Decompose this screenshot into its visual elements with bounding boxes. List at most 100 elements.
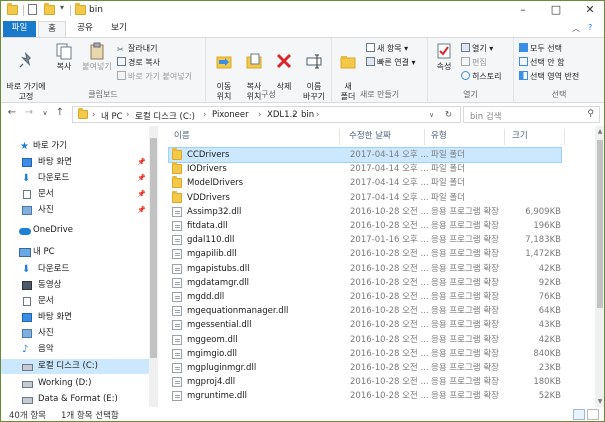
select-none-button[interactable]: 선택 안 함 xyxy=(519,57,565,68)
minimize-button[interactable]: – xyxy=(516,3,530,16)
scrollbar-thumb[interactable] xyxy=(150,138,157,358)
chevron-right-icon[interactable]: › xyxy=(126,110,129,120)
invert-selection-button[interactable]: 선택 영역 반전 xyxy=(519,71,579,82)
nav-item-pictures[interactable]: 사진 xyxy=(1,326,149,341)
file-row[interactable]: gdal110.dll 2017-01-16 오후 ... 응용 프로그램 확장 7,… xyxy=(169,233,561,247)
tab-share[interactable]: 공유 xyxy=(70,21,100,37)
folder-row[interactable]: CCDrivers 2017-04-14 오후 ... 파일 폴더 xyxy=(168,147,562,163)
properties-icon[interactable] xyxy=(28,4,37,15)
paste-shortcut-button[interactable]: 바로 가기 붙여넣기 xyxy=(117,71,192,82)
file-row[interactable]: mgimgio.dll 2016-10-28 오전 ... 응용 프로그램 확장 84… xyxy=(169,347,561,361)
paste-button[interactable]: 붙여넣기 xyxy=(79,42,115,72)
scroll-up-icon[interactable]: ▲ xyxy=(596,128,604,135)
nav-item-videos[interactable]: 동영상 xyxy=(1,278,149,293)
file-row[interactable]: mgapistubs.dll 2016-10-28 오전 ... 응용 프로그램 확… xyxy=(169,262,561,276)
new-item-button[interactable]: 새 항목 ▾ xyxy=(366,43,408,54)
breadcrumb-pixoneer[interactable]: Pixoneer xyxy=(212,110,249,120)
file-row[interactable]: mgessential.dll 2016-10-28 오전 ... 응용 프로그램 … xyxy=(169,318,561,332)
column-size[interactable]: 크기 xyxy=(512,129,528,141)
back-arrow-icon[interactable]: ← xyxy=(6,107,18,118)
address-bar[interactable]: › 내 PC › 로컬 디스크 (C:) › Pixoneer › XDL1.2… xyxy=(72,106,461,123)
copy-button[interactable]: 복사 xyxy=(51,42,77,72)
search-input[interactable]: bin 검색 xyxy=(470,110,502,122)
tab-file[interactable]: 파일 xyxy=(3,21,36,37)
divider[interactable] xyxy=(564,129,565,145)
divider[interactable] xyxy=(504,129,505,145)
pin-icon[interactable]: 📌 xyxy=(137,171,146,186)
tab-home[interactable]: 홈 xyxy=(38,21,66,37)
large-icons-view-icon[interactable] xyxy=(587,409,599,420)
new-folder-icon[interactable] xyxy=(44,3,55,15)
close-button[interactable]: ✕ xyxy=(583,3,597,16)
file-row[interactable]: mggeom.dll 2016-10-28 오전 ... 응용 프로그램 확장 42K… xyxy=(169,333,561,347)
search-icon[interactable]: ⚲ xyxy=(587,109,594,119)
nav-item-music[interactable]: ♪ 음악 xyxy=(1,342,149,357)
file-row[interactable]: mgdd.dll 2016-10-28 오전 ... 응용 프로그램 확장 76KB xyxy=(169,290,561,304)
refresh-icon[interactable]: ↻ xyxy=(445,110,452,120)
chevron-down-icon[interactable]: ∨ xyxy=(429,111,434,119)
details-view-icon[interactable] xyxy=(573,409,585,420)
up-arrow-icon[interactable]: ↑ xyxy=(54,107,66,118)
file-list-scrollbar[interactable]: ▲ ▼ xyxy=(595,126,604,407)
properties-button[interactable]: 속성 xyxy=(432,42,456,72)
nav-item-data-format-e[interactable]: Data & Format (E:) xyxy=(1,392,149,407)
column-name[interactable]: 이름 xyxy=(174,129,190,141)
nav-item-quick-access[interactable]: ★ 바로 가기 xyxy=(1,139,149,154)
easy-access-button[interactable]: 빠른 연결 ▾ xyxy=(366,57,416,68)
select-all-button[interactable]: 모두 선택 xyxy=(519,43,562,54)
chevron-up-icon[interactable]: ︿ xyxy=(572,23,580,34)
nav-item-documents[interactable]: 문서 xyxy=(1,294,149,309)
cut-button[interactable]: ✂ 잘라내기 xyxy=(117,43,157,54)
nav-item-local-disk-c[interactable]: 로컬 디스크 (C:) xyxy=(1,359,149,374)
file-row[interactable]: Assimp32.dll 2016-10-28 오전 ... 응용 프로그램 확장 6… xyxy=(169,205,561,219)
pin-icon[interactable]: 📌 xyxy=(137,187,146,202)
file-row[interactable]: mgruntime.dll 2016-10-28 오전 ... 응용 프로그램 확장… xyxy=(169,389,561,403)
file-row[interactable]: fitdata.dll 2016-10-28 오전 ... 응용 프로그램 확장 19… xyxy=(169,219,561,233)
nav-pane-scrollbar[interactable] xyxy=(149,126,158,407)
nav-item-desktop-pinned[interactable]: 바탕 화면 📌 xyxy=(1,155,149,170)
file-row[interactable]: mgproj4.dll 2016-10-28 오전 ... 응용 프로그램 확장 18… xyxy=(169,375,561,389)
chevron-right-icon[interactable]: › xyxy=(292,110,295,120)
breadcrumb-local-disk[interactable]: 로컬 디스크 (C:) xyxy=(135,110,195,122)
recent-locations-icon[interactable]: ∨ xyxy=(39,109,51,117)
chevron-right-icon[interactable]: › xyxy=(92,110,95,120)
maximize-button[interactable]: □ xyxy=(549,3,563,16)
divider[interactable] xyxy=(339,129,340,145)
tab-view[interactable]: 보기 xyxy=(105,21,133,37)
nav-item-this-pc[interactable]: 내 PC xyxy=(1,245,149,260)
forward-arrow-icon[interactable]: → xyxy=(23,107,35,118)
nav-item-working-d[interactable]: Working (D:) xyxy=(1,376,149,391)
folder-row[interactable]: ModelDrivers 2017-04-14 오후 ... 파일 폴더 xyxy=(169,176,561,190)
column-date[interactable]: 수정한 날짜 xyxy=(349,129,391,141)
copy-path-button[interactable]: 경로 복사 xyxy=(117,57,160,68)
chevron-right-icon[interactable]: › xyxy=(316,110,319,120)
nav-item-pictures-pinned[interactable]: 사진 📌 xyxy=(1,203,149,218)
delete-button[interactable]: 삭제 xyxy=(272,42,296,92)
pin-icon[interactable]: 📌 xyxy=(137,203,146,218)
divider[interactable] xyxy=(424,129,425,145)
nav-item-documents-pinned[interactable]: 문서 📌 xyxy=(1,187,149,202)
file-row[interactable]: mgpluginmgr.dll 2016-10-28 오전 ... 응용 프로그램 … xyxy=(169,361,561,375)
file-row[interactable]: mgapilib.dll 2016-10-28 오전 ... 응용 프로그램 확장 1… xyxy=(169,247,561,261)
pin-icon[interactable]: 📌 xyxy=(137,155,146,170)
folder-row[interactable]: VDDrivers 2017-04-14 오후 ... 파일 폴더 xyxy=(169,190,561,205)
scroll-down-icon[interactable]: ▼ xyxy=(596,398,604,405)
history-button[interactable]: 히스토리 xyxy=(461,71,501,82)
help-icon[interactable]: ? xyxy=(588,23,592,32)
column-type[interactable]: 유형 xyxy=(431,129,447,141)
file-row[interactable]: mgdatamgr.dll 2016-10-28 오전 ... 응용 프로그램 확장… xyxy=(169,276,561,290)
nav-item-downloads[interactable]: ⬇ 다운로드 xyxy=(1,262,149,277)
chevron-right-icon[interactable]: › xyxy=(203,110,206,120)
nav-item-desktop[interactable]: 바탕 화면 xyxy=(1,310,149,325)
breadcrumb-bin[interactable]: bin xyxy=(301,110,314,120)
scrollbar-thumb[interactable] xyxy=(597,140,603,308)
file-row[interactable]: mgequationmanager.dll 2016-10-28 오전 ... 응용… xyxy=(169,304,561,318)
search-box[interactable]: bin 검색 ⚲ xyxy=(463,106,600,123)
chevron-right-icon[interactable]: › xyxy=(258,110,261,120)
open-button[interactable]: 열기 ▾ xyxy=(461,43,493,54)
edit-button[interactable]: 편집 xyxy=(461,57,487,68)
breadcrumb-pc[interactable]: 내 PC xyxy=(101,110,123,122)
chevron-down-icon[interactable]: ▾ xyxy=(60,3,64,12)
folder-row[interactable]: IODrivers 2017-04-14 오후 ... 파일 폴더 xyxy=(169,162,561,176)
nav-item-downloads-pinned[interactable]: ⬇ 다운로드 📌 xyxy=(1,171,149,186)
